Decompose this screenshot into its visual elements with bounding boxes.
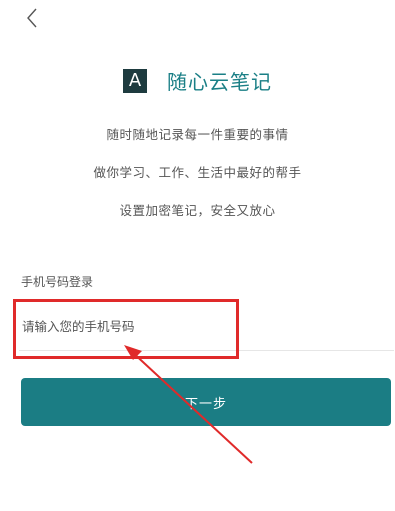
slogan-line-1: 随时随地记录每一件重要的事情 [106, 127, 289, 142]
chevron-left-icon [27, 8, 37, 28]
slogan-line-3: 设置加密笔记，安全又放心 [119, 203, 276, 218]
phone-number-input[interactable] [19, 302, 394, 351]
login-page: A 随心云笔记 随时随地记录每一件重要的事情 做你学习、工作、生活中最好的帮手 … [0, 0, 395, 511]
phone-login-label: 手机号码登录 [21, 275, 94, 289]
app-name: 随心云笔记 [167, 70, 272, 94]
logo-letter: A [128, 69, 142, 91]
slogan-line-2: 做你学习、工作、生活中最好的帮手 [93, 165, 302, 180]
back-button[interactable] [18, 4, 46, 32]
next-step-button[interactable]: 下一步 [21, 378, 391, 426]
app-header: A 随心云笔记 [0, 66, 395, 95]
app-logo: A [123, 68, 147, 93]
